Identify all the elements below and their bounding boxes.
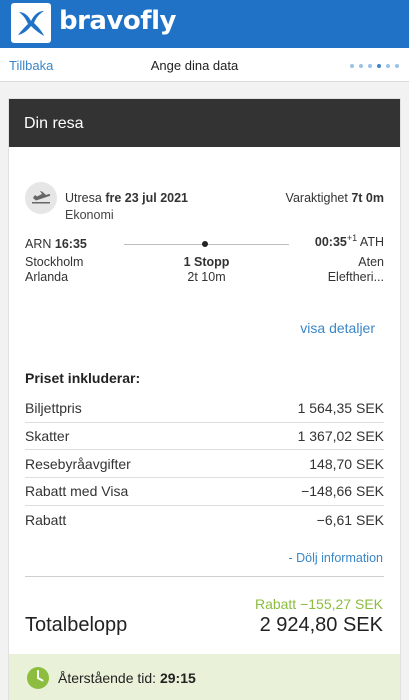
price-row-value: −148,66 SEK — [301, 483, 384, 500]
step-progress-dots — [350, 64, 399, 68]
price-row: Rabatt med Visa −148,66 SEK — [25, 478, 384, 506]
step-dot — [395, 64, 399, 68]
airplane-departure-icon — [25, 182, 57, 214]
brand-name[interactable]: bravofly — [59, 6, 176, 36]
remaining-time-bar: Återstående tid: 29:15 — [9, 654, 400, 700]
price-row-value: 1 367,02 SEK — [297, 428, 384, 445]
stops-count: 1 Stopp — [183, 255, 230, 269]
total-label: Totalbelopp — [25, 614, 128, 636]
price-row: Biljettpris 1 564,35 SEK — [25, 395, 384, 423]
price-breakdown: Biljettpris 1 564,35 SEK Skatter 1 367,02 S… — [25, 395, 384, 533]
total-value: 2 924,80 SEK — [259, 614, 383, 636]
hide-info-link[interactable]: - Dölj information — [289, 551, 383, 565]
duration-label: Varaktighet — [285, 191, 348, 205]
price-row: Rabatt −6,61 SEK — [25, 506, 384, 534]
price-row-value: 148,70 SEK — [309, 455, 384, 472]
step-title: Ange dina data — [150, 58, 239, 73]
arrival-airport: Eleftheri... — [327, 270, 384, 284]
trip-summary-card: Din resa Utresa fre 23 jul 2021 Ekonomi … — [8, 98, 401, 700]
departure-city: Stockholm — [25, 255, 84, 269]
clock-icon — [27, 667, 49, 689]
step-dot — [368, 64, 372, 68]
cabin-class: Ekonomi — [65, 208, 114, 222]
departure-code-time: ARN 16:35 — [25, 237, 87, 251]
price-row-label: Resebyråavgifter — [25, 455, 131, 472]
price-row-value: 1 564,35 SEK — [297, 400, 384, 417]
discount-summary: Rabatt −155,27 SEK — [254, 596, 383, 612]
remaining-time: Återstående tid: 29:15 — [58, 670, 196, 686]
price-row-value: −6,61 SEK — [316, 511, 384, 528]
arrival-time: 00:35 — [314, 235, 347, 250]
departure-time: 16:35 — [54, 237, 87, 251]
bravofly-logo-icon[interactable] — [11, 3, 51, 43]
show-details-link[interactable]: visa detaljer — [300, 320, 375, 336]
price-row: Skatter 1 367,02 SEK — [25, 423, 384, 451]
remaining-time-value: 29:15 — [159, 670, 196, 686]
top-bar: bravofly — [0, 0, 409, 48]
step-dot — [386, 64, 390, 68]
duration: Varaktighet 7t 0m — [286, 191, 384, 205]
price-row-label: Rabatt — [25, 511, 67, 528]
arrival-time-code: 00:35+1 ATH — [315, 233, 384, 249]
stop-marker — [202, 241, 208, 247]
outbound-line: Utresa fre 23 jul 2021 — [65, 191, 188, 205]
price-row-label: Skatter — [25, 428, 70, 445]
divider — [25, 576, 384, 577]
step-dot — [350, 64, 354, 68]
price-row-label: Biljettpris — [25, 400, 82, 417]
price-row-label: Rabatt med Visa — [25, 483, 129, 500]
step-dot — [377, 64, 381, 68]
step-dot — [359, 64, 363, 68]
price-row: Resebyråavgifter 148,70 SEK — [25, 450, 384, 479]
day-offset: +1 — [346, 233, 358, 243]
card-title: Din resa — [9, 99, 400, 147]
duration-value: 7t 0m — [351, 191, 384, 205]
remaining-time-label: Återstående tid: — [58, 670, 157, 686]
departure-airport: Arlanda — [25, 270, 69, 284]
stop-duration: 2t 10m — [187, 270, 226, 284]
arrival-code: ATH — [359, 235, 384, 250]
step-navbar: Tillbaka Ange dina data — [0, 48, 409, 82]
arrival-city: Aten — [358, 255, 384, 269]
direction-label: Utresa — [65, 191, 102, 205]
departure-date: fre 23 jul 2021 — [105, 191, 189, 205]
price-heading: Priset inkluderar: — [25, 370, 141, 386]
departure-code: ARN — [25, 237, 52, 251]
